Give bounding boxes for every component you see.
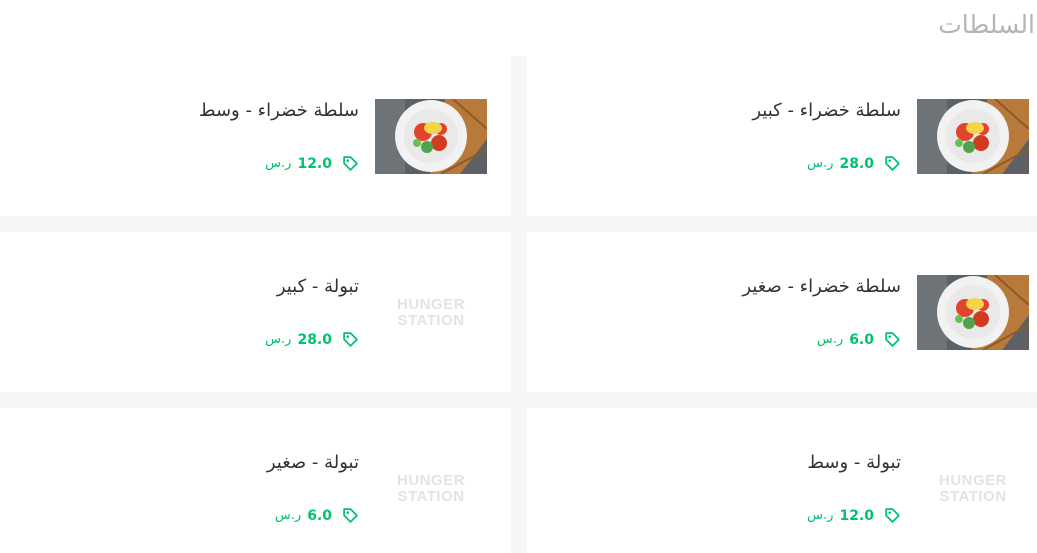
hungerstation-logo: HUNGER STATION [375, 451, 487, 526]
price-tag-icon [343, 156, 358, 171]
price-tag-icon [343, 332, 358, 347]
price-tag-icon [885, 508, 900, 523]
menu-item-card[interactable]: سلطة خضراء - وسط 12.0 ر.س [0, 56, 511, 216]
item-name: تبولة - وسط [807, 452, 901, 473]
item-price: 28.0 [297, 331, 332, 348]
price-row: 28.0 ر.س [807, 155, 901, 172]
item-name: تبولة - صغير [266, 452, 359, 473]
item-currency: ر.س [816, 332, 844, 347]
salad-photo [917, 275, 1029, 350]
item-currency: ر.س [807, 508, 834, 523]
price-tag-icon [885, 156, 900, 171]
price-tag-icon [343, 508, 358, 523]
logo-line: STATION [397, 487, 465, 505]
price-row: 12.0 ر.س [265, 155, 359, 172]
item-name: سلطة خضراء - كبير [752, 100, 901, 121]
price-row: 6.0 ر.س [817, 331, 901, 348]
item-name: سلطة خضراء - وسط [198, 100, 359, 121]
item-price: 6.0 [849, 331, 874, 348]
section-title: السلطات [938, 10, 1035, 39]
item-name: سلطة خضراء - صغير [742, 276, 901, 297]
item-price: 12.0 [297, 155, 332, 172]
item-price: 12.0 [839, 507, 874, 524]
section-header: السلطات [0, 0, 1037, 56]
logo-line: STATION [939, 487, 1007, 505]
item-currency: ر.س [265, 156, 292, 171]
menu-page: السلطات سلطة خضراء - كبير 28.0 ر.س سلطة … [0, 0, 1037, 553]
logo-line: HUNGER [397, 295, 466, 313]
price-row: 6.0 ر.س [275, 507, 359, 524]
logo-line: HUNGER [397, 471, 466, 489]
price-tag-icon [885, 332, 900, 347]
item-currency: ر.س [274, 508, 302, 523]
menu-item-card[interactable]: HUNGER STATION تبولة - كبير 28.0 ر.س [0, 232, 511, 392]
item-price: 28.0 [839, 155, 874, 172]
salad-photo [375, 99, 487, 174]
item-currency: ر.س [807, 156, 834, 171]
item-price: 6.0 [307, 507, 332, 524]
logo-line: HUNGER [939, 471, 1008, 489]
menu-item-card[interactable]: HUNGER STATION تبولة - وسط 12.0 ر.س [527, 408, 1037, 553]
menu-item-card[interactable]: سلطة خضراء - صغير 6.0 ر.س [527, 232, 1037, 392]
hungerstation-logo: HUNGER STATION [375, 275, 487, 350]
item-name: تبولة - كبير [276, 276, 359, 297]
menu-item-card[interactable]: سلطة خضراء - كبير 28.0 ر.س [527, 56, 1037, 216]
price-row: 28.0 ر.س [265, 331, 359, 348]
salad-photo [917, 99, 1029, 174]
menu-item-card[interactable]: HUNGER STATION تبولة - صغير 6.0 ر.س [0, 408, 511, 553]
logo-line: STATION [397, 311, 465, 329]
item-currency: ر.س [265, 332, 292, 347]
price-row: 12.0 ر.س [807, 507, 901, 524]
hungerstation-logo: HUNGER STATION [917, 451, 1029, 526]
